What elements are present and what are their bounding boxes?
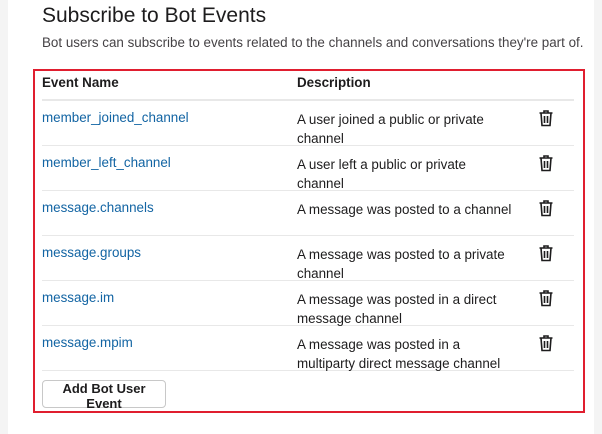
table-row: member_left_channel A user left a public … [42, 146, 574, 191]
event-name-link[interactable]: member_joined_channel [42, 110, 189, 125]
trash-icon[interactable] [538, 289, 554, 307]
event-description: A user left a public or private channel [297, 157, 466, 191]
table-row: member_joined_channel A user joined a pub… [42, 101, 574, 146]
event-name-link[interactable]: member_left_channel [42, 155, 171, 170]
bot-events-card: Subscribe to Bot Events Bot users can su… [8, 0, 594, 434]
table-row: message.groups A message was posted to a … [42, 236, 574, 281]
event-name-link[interactable]: message.mpim [42, 335, 133, 350]
events-table: Event Name Description member_joined_cha… [33, 69, 585, 413]
trash-icon[interactable] [538, 199, 554, 217]
section-description: Bot users can subscribe to events relate… [42, 35, 584, 50]
header-description: Description [297, 75, 371, 90]
table-row: message.channels A message was posted to … [42, 191, 574, 236]
table-row: message.im A message was posted in a dire… [42, 281, 574, 326]
event-name-link[interactable]: message.im [42, 290, 114, 305]
trash-icon[interactable] [538, 244, 554, 262]
event-description: A user joined a public or private channe… [297, 112, 484, 146]
event-description: A message was posted to a private channe… [297, 247, 505, 281]
event-name-link[interactable]: message.channels [42, 200, 154, 215]
event-description: A message was posted in a direct message… [297, 292, 497, 326]
event-description: A message was posted to a channel [297, 202, 512, 217]
trash-icon[interactable] [538, 154, 554, 172]
header-event-name: Event Name [42, 75, 119, 90]
trash-icon[interactable] [538, 334, 554, 352]
section-title: Subscribe to Bot Events [42, 4, 267, 27]
event-description: A message was posted in a multiparty dir… [297, 337, 501, 371]
table-row: message.mpim A message was posted in a mu… [42, 326, 574, 371]
table-header: Event Name Description [42, 71, 574, 101]
add-bot-user-event-button[interactable]: Add Bot User Event [42, 380, 166, 411]
trash-icon[interactable] [538, 109, 554, 127]
event-name-link[interactable]: message.groups [42, 245, 141, 260]
